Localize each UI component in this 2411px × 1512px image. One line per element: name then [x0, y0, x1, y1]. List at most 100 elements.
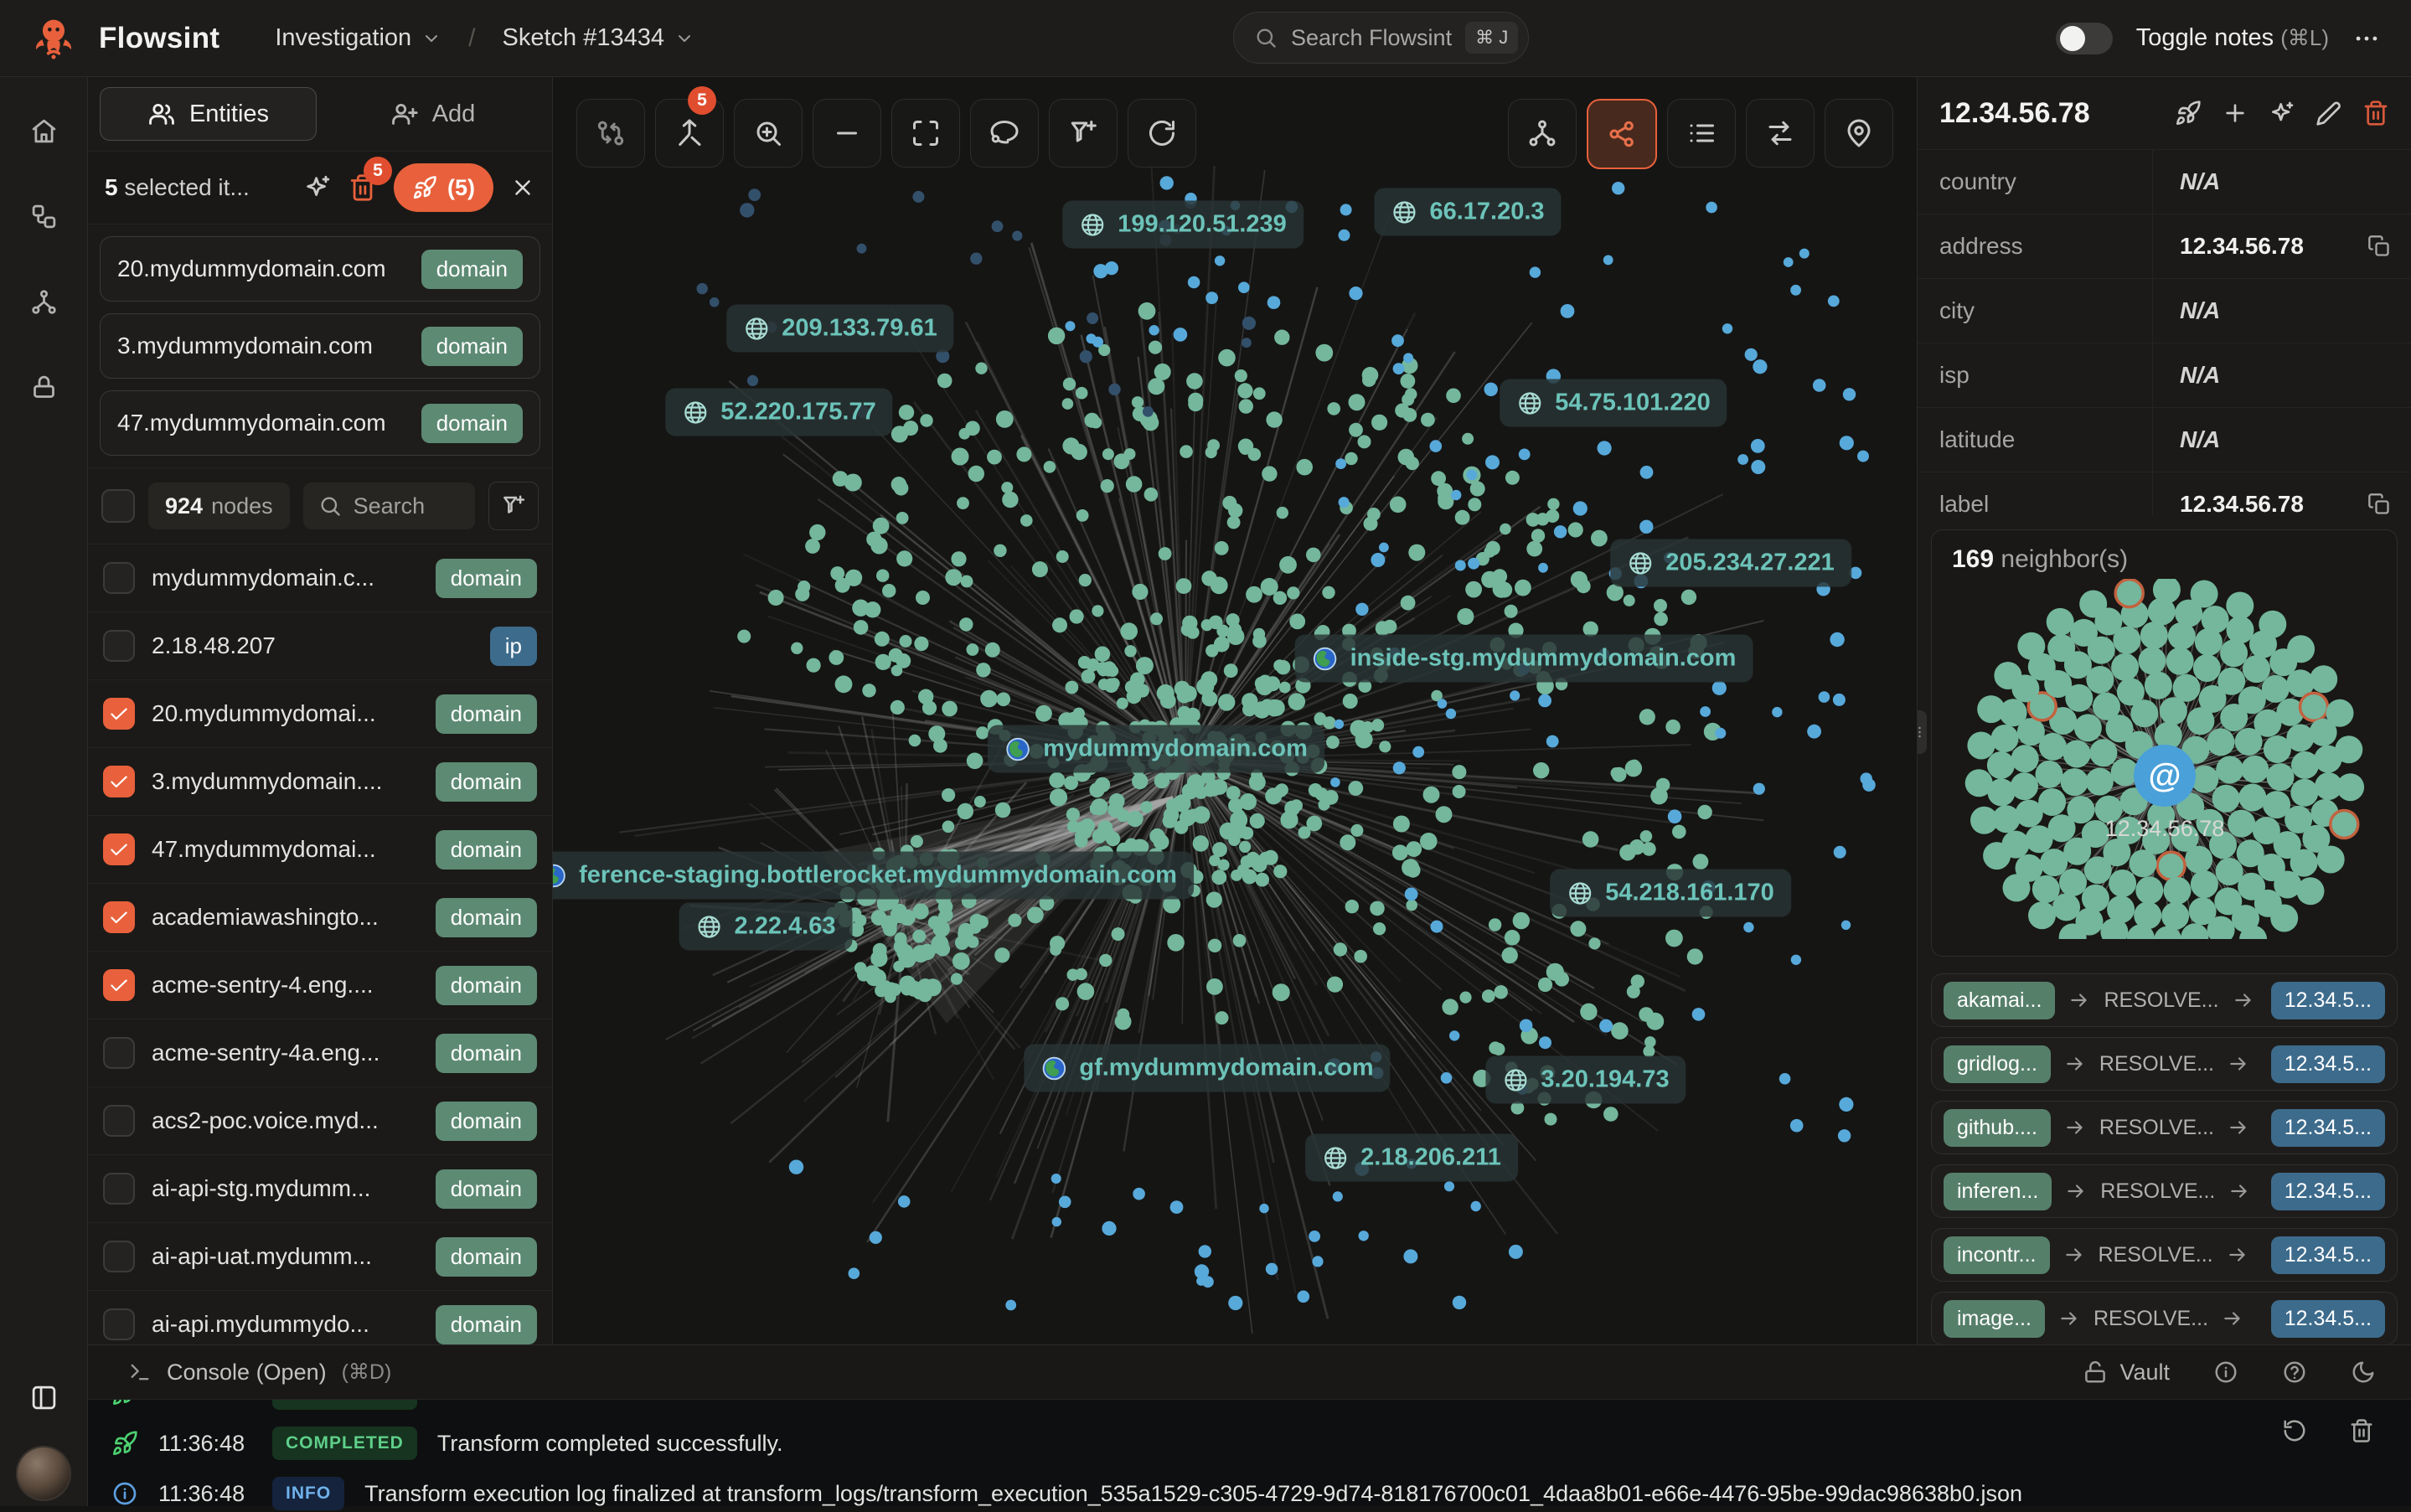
vault-button[interactable]: Vault [2083, 1360, 2170, 1386]
row-checkbox[interactable] [103, 1241, 135, 1272]
sparkles-icon[interactable] [2269, 100, 2295, 126]
relation-target-badge[interactable]: 12.34.5... [2271, 1236, 2385, 1274]
delete-node-icon[interactable] [2362, 100, 2389, 126]
more-menu-icon[interactable] [2352, 24, 2381, 53]
tab-add[interactable]: Add [325, 88, 540, 140]
relation-target-badge[interactable]: 12.34.5... [2271, 982, 2385, 1019]
entity-row[interactable]: acme-sentry-4a.eng...domain [88, 1019, 552, 1087]
relation-row[interactable]: incontr...RESOLVE...12.34.5... [1931, 1228, 2398, 1282]
graph-node-label[interactable]: 2.22.4.63 [679, 903, 853, 951]
relation-target-badge[interactable]: 12.34.5... [2271, 1300, 2385, 1338]
run-transform-icon[interactable] [2175, 100, 2202, 126]
rail-hierarchy-button[interactable] [18, 276, 69, 327]
selected-entity-chip[interactable]: 3.mydummydomain.comdomain [100, 313, 540, 379]
dark-mode-icon[interactable] [2351, 1360, 2376, 1385]
relation-source-badge[interactable]: inferen... [1944, 1173, 2052, 1210]
relation-source-badge[interactable]: akamai... [1944, 982, 2055, 1019]
rail-workflow-button[interactable] [18, 191, 69, 241]
sparkles-icon[interactable] [303, 173, 332, 202]
relation-source-badge[interactable]: github.... [1944, 1109, 2051, 1147]
entity-row[interactable]: acs2-poc.voice.myd...domain [88, 1087, 552, 1155]
relation-target-badge[interactable]: 12.34.5... [2271, 1109, 2385, 1147]
graph-node-label[interactable]: 54.75.101.220 [1500, 379, 1727, 427]
graph-node-label[interactable]: 52.220.175.77 [665, 389, 892, 436]
entity-row[interactable]: 2.18.48.207ip [88, 612, 552, 680]
graph-node-label[interactable]: inside-stg.mydummydomain.com [1295, 635, 1753, 683]
zoom-out-button[interactable] [813, 99, 881, 168]
relation-row[interactable]: akamai...RESOLVE...12.34.5... [1931, 973, 2398, 1027]
delete-selected-button[interactable]: 5 [348, 173, 377, 202]
relation-source-badge[interactable]: incontr... [1944, 1236, 2050, 1274]
lasso-select-button[interactable] [970, 99, 1039, 168]
graph-node-label[interactable]: 66.17.20.3 [1374, 188, 1561, 236]
force-layout-button[interactable] [1587, 99, 1657, 169]
nodes-count-pill[interactable]: 924nodes [148, 482, 290, 529]
close-icon[interactable] [510, 175, 535, 200]
neighbors-graph[interactable]: @12.34.56.78 [1932, 579, 2398, 939]
map-view-button[interactable] [1825, 99, 1893, 168]
swap-view-button[interactable] [1746, 99, 1815, 168]
rail-lock-button[interactable] [18, 362, 69, 412]
refresh-layout-button[interactable] [1128, 99, 1196, 168]
filter-button[interactable] [488, 482, 539, 530]
entity-search-input[interactable]: Search [303, 482, 475, 529]
row-checkbox[interactable] [103, 630, 135, 662]
tab-entities[interactable]: Entities [100, 87, 317, 141]
toggle-panel-button[interactable] [18, 1372, 69, 1422]
entity-row[interactable]: mydummydomain.c...domain [88, 544, 552, 612]
user-avatar[interactable] [16, 1446, 71, 1501]
row-checkbox[interactable] [103, 1173, 135, 1205]
copy-icon[interactable] [2367, 235, 2391, 258]
relation-target-badge[interactable]: 12.34.5... [2271, 1173, 2385, 1210]
attribute-row[interactable]: countryN/A [1918, 150, 2411, 214]
graph-node-label[interactable]: ference-staging.bottlerocket.mydummydoma… [553, 852, 1194, 900]
console-header[interactable]: Console (Open) (⌘D) Vault [88, 1345, 2411, 1400]
breadcrumb-investigation[interactable]: Investigation [275, 24, 441, 52]
add-icon[interactable] [2222, 100, 2248, 126]
breadcrumb-sketch[interactable]: Sketch #13434 [503, 24, 694, 52]
clear-console-icon[interactable] [2349, 1418, 2374, 1443]
attribute-row[interactable]: label12.34.56.78 [1918, 472, 2411, 516]
list-view-button[interactable] [1667, 99, 1736, 168]
selected-entity-chip[interactable]: 20.mydummydomain.comdomain [100, 236, 540, 302]
compare-tool-button[interactable] [576, 99, 645, 168]
row-checkbox[interactable] [103, 1105, 135, 1137]
graph-node-label[interactable]: 205.234.27.221 [1610, 539, 1851, 587]
attribute-row[interactable]: latitudeN/A [1918, 408, 2411, 472]
graph-node-label[interactable]: mydummydomain.com [988, 725, 1324, 773]
row-checkbox[interactable] [103, 969, 135, 1001]
entity-row[interactable]: 47.mydummydomai...domain [88, 816, 552, 884]
selected-entity-chip[interactable]: 47.mydummydomain.comdomain [100, 390, 540, 456]
graph-node-label[interactable]: 209.133.79.61 [726, 305, 953, 353]
graph-node-label[interactable]: 2.18.206.211 [1305, 1134, 1518, 1182]
relation-row[interactable]: inferen...RESOLVE...12.34.5... [1931, 1164, 2398, 1218]
select-all-checkbox[interactable] [101, 489, 135, 523]
row-checkbox[interactable] [103, 698, 135, 730]
entity-row[interactable]: academiawashingto...domain [88, 884, 552, 952]
entity-row[interactable]: ai-api-uat.mydumm...domain [88, 1223, 552, 1291]
graph-node-label[interactable]: 199.120.51.239 [1062, 201, 1304, 249]
fit-view-button[interactable] [891, 99, 960, 168]
copy-icon[interactable] [2367, 493, 2391, 516]
row-checkbox[interactable] [103, 1037, 135, 1069]
row-checkbox[interactable] [103, 1308, 135, 1340]
row-checkbox[interactable] [103, 901, 135, 933]
entity-row[interactable]: 3.mydummydomain....domain [88, 748, 552, 816]
row-checkbox[interactable] [103, 833, 135, 865]
panel-resize-handle[interactable] [1917, 710, 1927, 754]
entity-row[interactable]: acme-sentry-4.eng....domain [88, 952, 552, 1019]
tree-layout-button[interactable] [1508, 99, 1577, 168]
entity-row[interactable]: 20.mydummydomai...domain [88, 680, 552, 748]
relation-row[interactable]: gridlog...RESOLVE...12.34.5... [1931, 1037, 2398, 1091]
entity-row[interactable]: ai-api-stg.mydumm...domain [88, 1155, 552, 1223]
help-icon[interactable] [2282, 1360, 2307, 1385]
graph-canvas[interactable]: 199.120.51.239 66.17.20.3 209.133.79.61 52.… [553, 77, 1917, 1344]
info-icon[interactable] [2213, 1360, 2238, 1385]
run-transform-button[interactable]: (5) [394, 163, 493, 212]
attribute-row[interactable]: cityN/A [1918, 279, 2411, 343]
graph-node-label[interactable]: gf.mydummydomain.com [1024, 1045, 1390, 1092]
relation-row[interactable]: image...RESOLVE...12.34.5... [1931, 1292, 2398, 1344]
row-checkbox[interactable] [103, 766, 135, 797]
attribute-row[interactable]: address12.34.56.78 [1918, 214, 2411, 279]
relation-source-badge[interactable]: gridlog... [1944, 1045, 2051, 1083]
